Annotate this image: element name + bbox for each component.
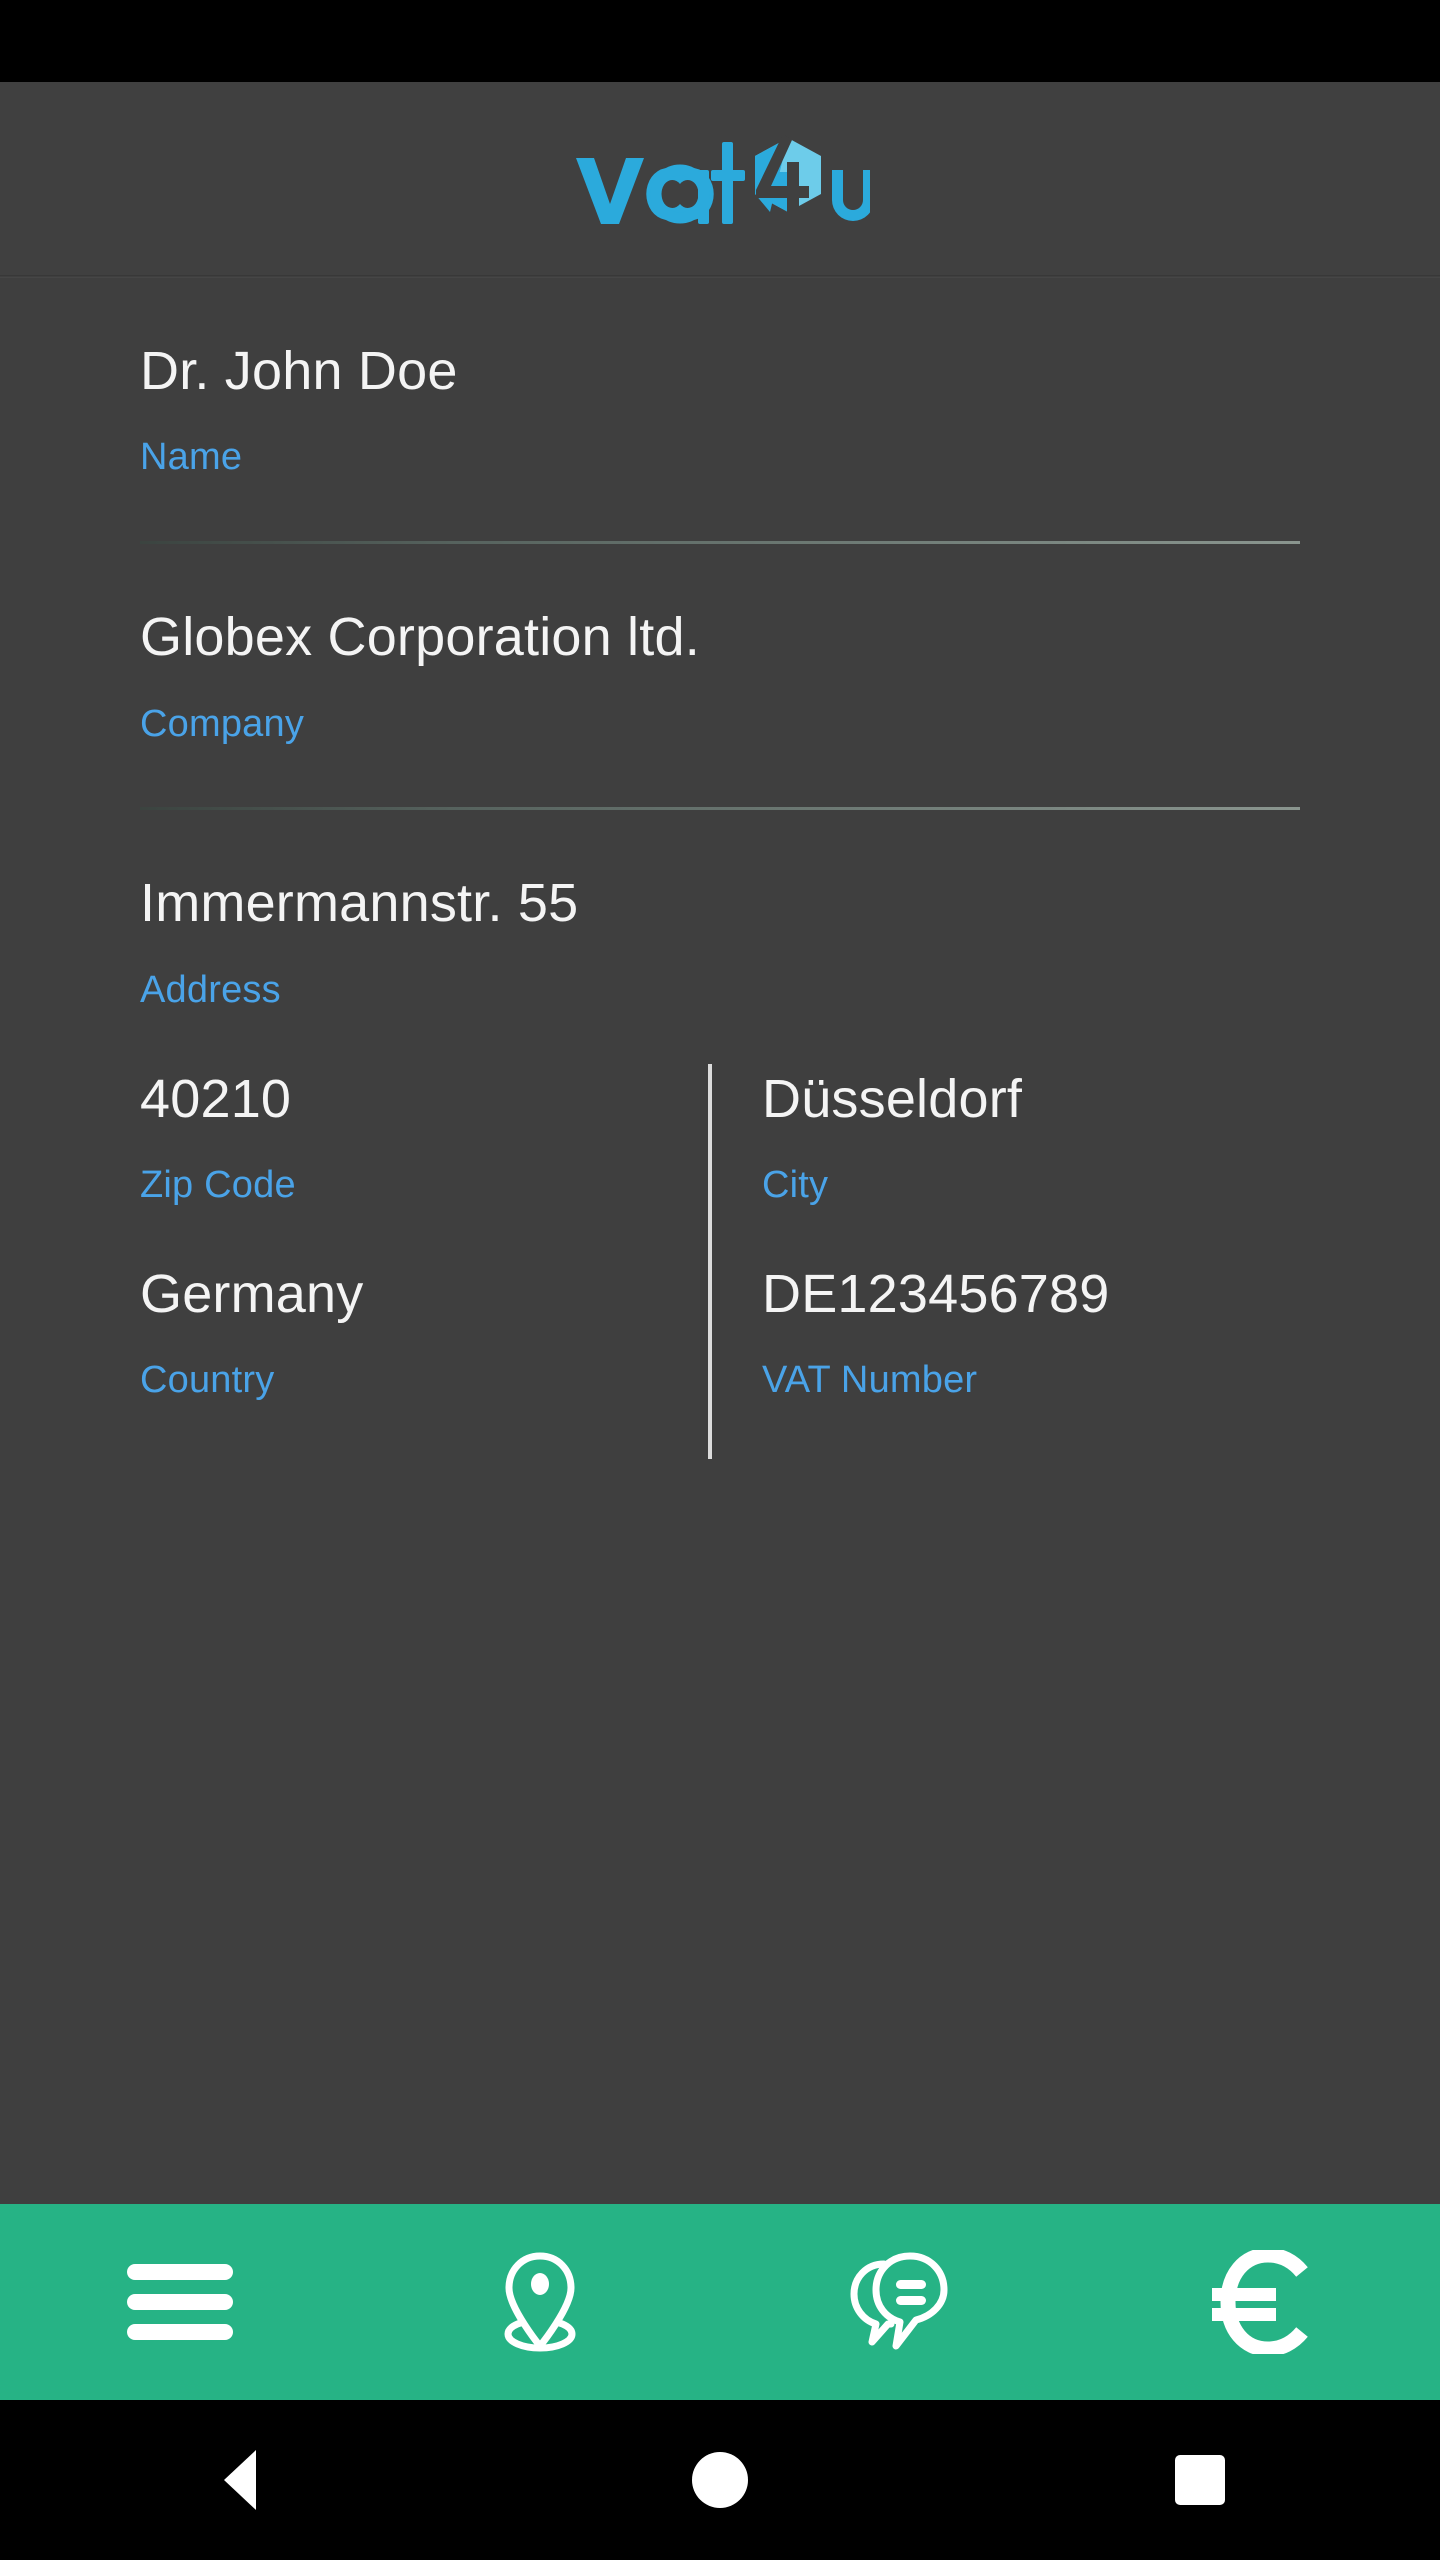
phone-screen: Dr. John Doe Name Globex Corporation ltd… [0, 0, 1440, 2560]
status-bar [0, 0, 1440, 82]
field-zip[interactable]: 40210 Zip Code [140, 1068, 708, 1207]
chat-bubbles-icon [848, 2250, 952, 2354]
field-company-value: Globex Corporation ltd. [140, 607, 700, 668]
field-zip-value: 40210 [140, 1068, 292, 1129]
recents-square-icon [1175, 2455, 1225, 2505]
field-address[interactable]: Immermannstr. 55 Address [140, 810, 1300, 1011]
field-city[interactable]: Düsseldorf City [708, 1068, 1300, 1207]
android-system-nav [0, 2400, 1440, 2560]
menu-icon [125, 2258, 235, 2346]
row-zip-city: 40210 Zip Code Düsseldorf City [140, 1012, 1300, 1264]
field-company[interactable]: Globex Corporation ltd. Company [140, 544, 1300, 745]
field-city-label: City [762, 1163, 829, 1206]
field-vat[interactable]: DE123456789 VAT Number [708, 1263, 1300, 1402]
field-city-value: Düsseldorf [762, 1068, 1023, 1129]
bottom-navigation-bar [0, 2204, 1440, 2400]
system-back-button[interactable] [0, 2450, 480, 2510]
field-address-value: Immermannstr. 55 [140, 873, 579, 934]
field-company-label: Company [140, 702, 305, 745]
home-circle-icon [692, 2452, 748, 2508]
app-header [0, 82, 1440, 278]
field-name[interactable]: Dr. John Doe Name [140, 278, 1300, 479]
profile-form: Dr. John Doe Name Globex Corporation ltd… [0, 278, 1440, 2204]
nav-item-refund[interactable] [1080, 2204, 1440, 2400]
nav-item-location[interactable] [360, 2204, 720, 2400]
euro-icon [1210, 2250, 1310, 2354]
nav-item-messages[interactable] [720, 2204, 1080, 2400]
field-zip-label: Zip Code [140, 1163, 296, 1206]
location-pin-icon [492, 2250, 588, 2354]
field-country[interactable]: Germany Country [140, 1263, 708, 1402]
field-vat-value: DE123456789 [762, 1263, 1110, 1324]
back-triangle-icon [224, 2450, 256, 2510]
field-country-value: Germany [140, 1263, 364, 1324]
system-home-button[interactable] [480, 2452, 960, 2508]
row-country-vat: Germany Country DE123456789 VAT Number [140, 1207, 1300, 1459]
field-address-label: Address [140, 968, 281, 1011]
nav-item-menu[interactable] [0, 2204, 360, 2400]
vat4u-logo [570, 125, 870, 235]
system-recents-button[interactable] [960, 2455, 1440, 2505]
field-name-value: Dr. John Doe [140, 341, 458, 401]
field-country-label: Country [140, 1359, 275, 1402]
field-name-label: Name [140, 436, 243, 479]
field-vat-label: VAT Number [762, 1359, 978, 1402]
